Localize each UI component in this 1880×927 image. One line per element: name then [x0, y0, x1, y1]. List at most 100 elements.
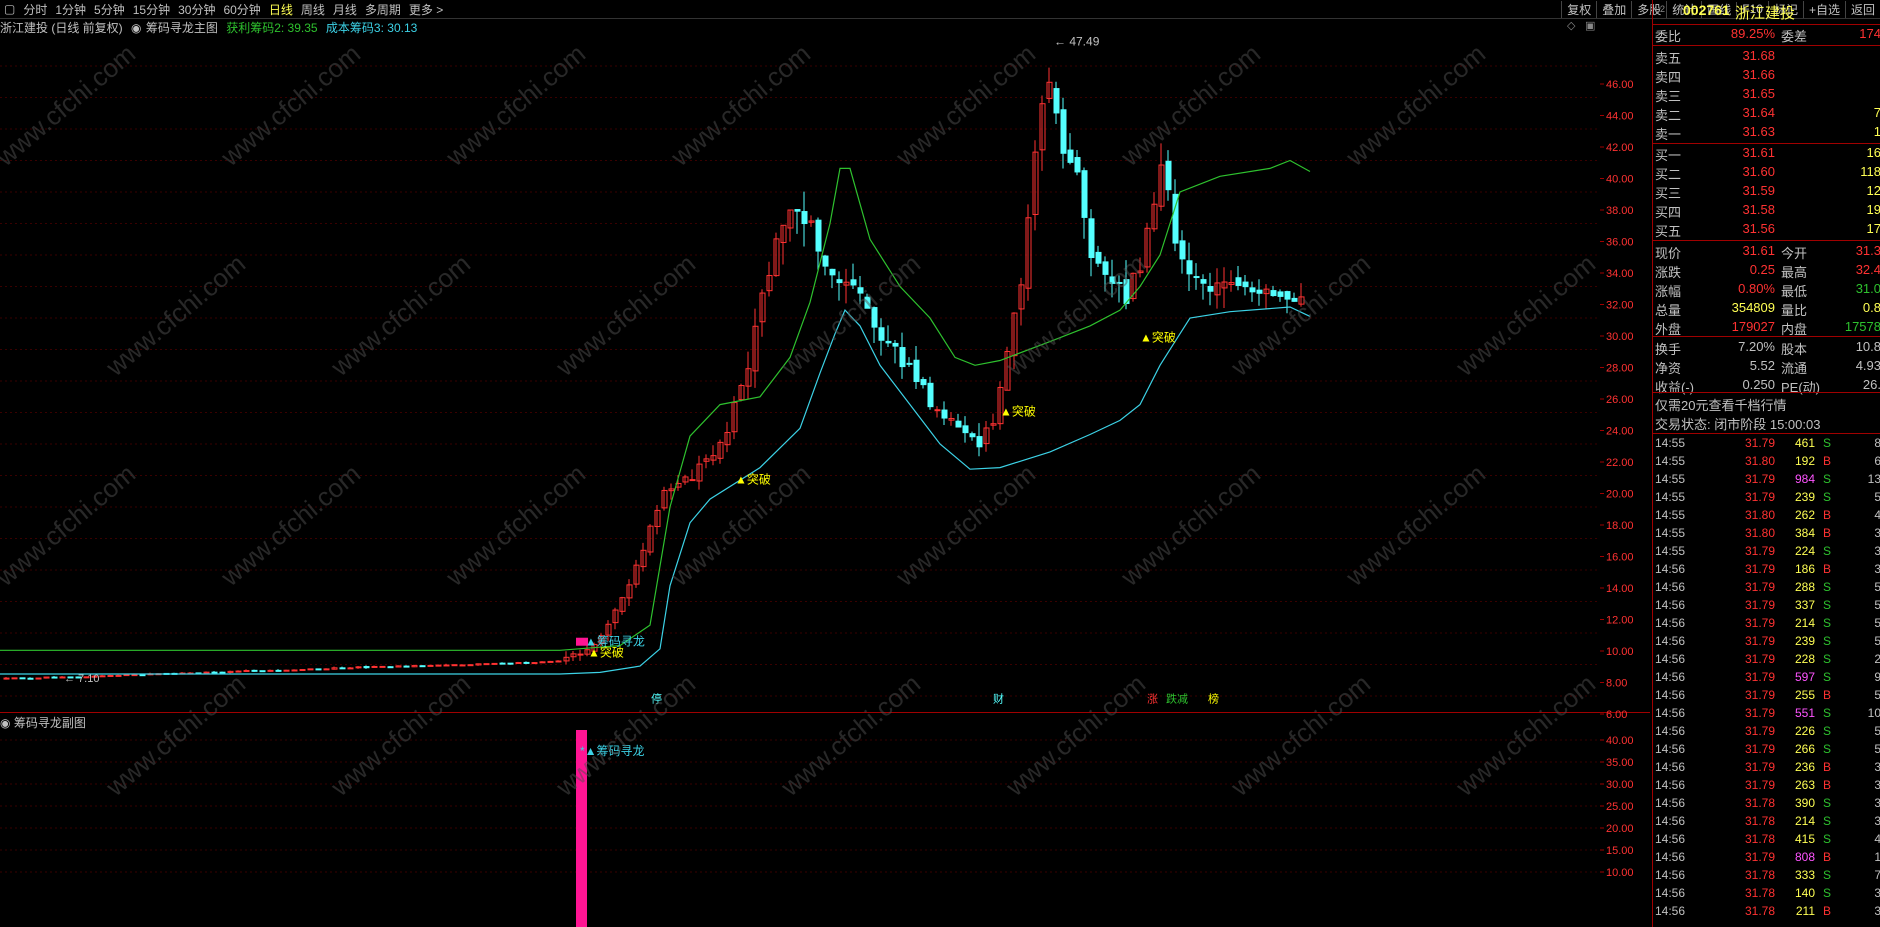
tick-row: 14:55 31.79 461 S 8	[1653, 436, 1880, 454]
event-marker[interactable]: 榜	[1208, 691, 1219, 705]
tick-row: 14:56 31.78 211 B 3	[1653, 904, 1880, 922]
candle-body	[1256, 289, 1263, 294]
tick-time: 14:56	[1655, 670, 1686, 684]
candle-body	[323, 668, 330, 671]
stat-row: 涨跌 0.25 最高 32.4	[1653, 262, 1880, 281]
tick-side: S	[1823, 868, 1832, 882]
tick-side: B	[1823, 904, 1832, 918]
stat-value: 0.8	[1862, 300, 1880, 315]
stat-row: 净资 5.52 流通 4.93	[1653, 358, 1880, 377]
tick-side: B	[1823, 688, 1832, 702]
tick-side: B	[1823, 778, 1832, 792]
weicha-value: 174	[1859, 26, 1880, 41]
event-marker[interactable]: 涨	[1147, 692, 1158, 705]
indicator-name[interactable]: 筹码寻龙主图	[146, 21, 218, 35]
sub-panel-name[interactable]: 筹码寻龙副图	[14, 716, 86, 730]
candle-body	[976, 436, 983, 448]
tick-row: 14:56 31.79 226 S 5	[1653, 724, 1880, 742]
tick-row: 14:56 31.79 808 B 1	[1653, 850, 1880, 868]
candle-body	[955, 420, 962, 428]
sub-settings-icon[interactable]: ◉	[0, 716, 10, 730]
quote-panel: L2 002761 浙江建投 委比 89.25% 委差 174 卖五 31.68 卖…	[1652, 0, 1880, 927]
stat-value: 31.61	[1742, 243, 1775, 258]
candle-body	[539, 661, 546, 664]
stat-value: 4.93	[1855, 358, 1880, 373]
candle-body	[934, 409, 941, 412]
candle-body	[251, 669, 258, 672]
peak-price-label: ← 47.49	[1054, 36, 1100, 49]
tab-60min[interactable]: 60分钟	[219, 1, 264, 18]
tick-side: S	[1823, 580, 1832, 594]
stat-value: 179027	[1731, 319, 1775, 334]
tab-1min[interactable]: 1分钟	[51, 1, 90, 18]
tick-row: 14:56 31.78 415 S 4	[1653, 832, 1880, 850]
candle-body	[1284, 291, 1291, 300]
tick-volume: 214	[1794, 616, 1815, 630]
candle-body	[235, 670, 242, 673]
restore-rights-button[interactable]: 复权	[1561, 0, 1596, 18]
tick-time: 14:56	[1655, 634, 1686, 648]
tick-price: 31.79	[1744, 850, 1775, 864]
stat-label: 涨跌	[1655, 265, 1682, 280]
promo-row[interactable]: 仅需20元查看千档行情	[1653, 395, 1880, 414]
tick-side: S	[1823, 832, 1832, 846]
overlay-button[interactable]: 叠加	[1596, 0, 1631, 18]
stat-label: 最高	[1781, 265, 1808, 280]
tab-5min[interactable]: 5分钟	[90, 1, 129, 18]
tick-row: 14:56 31.79 186 B 3	[1653, 562, 1880, 580]
stat-label: PE(动)	[1781, 380, 1821, 395]
tab-fenshi[interactable]: 分时	[19, 1, 51, 18]
axis-label: 44.00	[1606, 111, 1634, 123]
tick-price: 31.79	[1744, 778, 1775, 792]
tab-weekly[interactable]: 周线	[297, 1, 329, 18]
tick-price: 31.79	[1744, 688, 1775, 702]
bid-volume: 118	[1860, 164, 1880, 179]
tab-daily[interactable]: 日线	[265, 1, 297, 18]
tick-time: 14:56	[1655, 868, 1686, 882]
candle-body	[689, 479, 696, 482]
stat-value: 354809	[1731, 300, 1775, 315]
tab-more[interactable]: 更多 >	[405, 1, 447, 18]
tab-15min[interactable]: 15分钟	[129, 1, 174, 18]
tick-volume: 192	[1794, 454, 1815, 468]
axis-label: 22.00	[1606, 457, 1634, 469]
tick-side: S	[1823, 670, 1832, 684]
promo-text[interactable]: 仅需20元查看千档行情	[1655, 395, 1786, 414]
tick-volume: 224	[1794, 544, 1815, 558]
tick-count: 3	[1874, 778, 1880, 792]
tick-time: 14:55	[1655, 472, 1686, 486]
event-marker[interactable]: 财	[993, 691, 1004, 705]
tick-side: S	[1823, 598, 1832, 612]
tab-monthly[interactable]: 月线	[329, 1, 361, 18]
candle-body	[927, 382, 934, 408]
event-marker[interactable]: 跌减	[1166, 691, 1188, 705]
breakout-label: ▲突破	[1140, 330, 1176, 345]
tab-30min[interactable]: 30分钟	[174, 1, 219, 18]
indicator-settings-icon[interactable]: ◉	[131, 21, 141, 35]
main-kline-chart[interactable]: ← 47.49← 7.10▲突破▲突破▲突破▲突破▲筹码寻龙停财涨跌减榜	[0, 36, 1600, 712]
ask-price: 31.65	[1742, 86, 1775, 101]
event-marker[interactable]: 停	[651, 691, 662, 705]
tick-side: S	[1823, 814, 1832, 828]
axis-label: 40.00	[1606, 174, 1634, 186]
tick-side: B	[1823, 562, 1832, 576]
tick-row: 14:56 31.79 288 S 5	[1653, 580, 1880, 598]
tab-multi-period[interactable]: 多周期	[361, 1, 405, 18]
tick-price: 31.79	[1744, 760, 1775, 774]
axis-label: 30.00	[1606, 331, 1634, 343]
period-tabs: ▢ 分时 1分钟 5分钟 15分钟 30分钟 60分钟 日线 周线 月线 多周期…	[0, 0, 447, 18]
candle-body	[878, 327, 885, 341]
tick-side: B	[1823, 454, 1832, 468]
axis-label: 32.00	[1606, 300, 1634, 312]
candle-body	[51, 676, 58, 679]
tick-time: 14:56	[1655, 778, 1686, 792]
tick-volume: 255	[1794, 688, 1815, 702]
tick-side: S	[1823, 436, 1832, 450]
sub-indicator-chart[interactable]: *▲筹码寻龙	[0, 730, 1600, 927]
diamond-icon[interactable]: ◇	[1567, 19, 1575, 32]
menu-icon[interactable]: ▢	[0, 2, 19, 16]
ask-label: 卖一	[1655, 127, 1682, 142]
profit-chip-line	[0, 159, 1311, 651]
candle-body	[794, 209, 801, 212]
settings-box-icon[interactable]: ▣	[1585, 19, 1595, 32]
